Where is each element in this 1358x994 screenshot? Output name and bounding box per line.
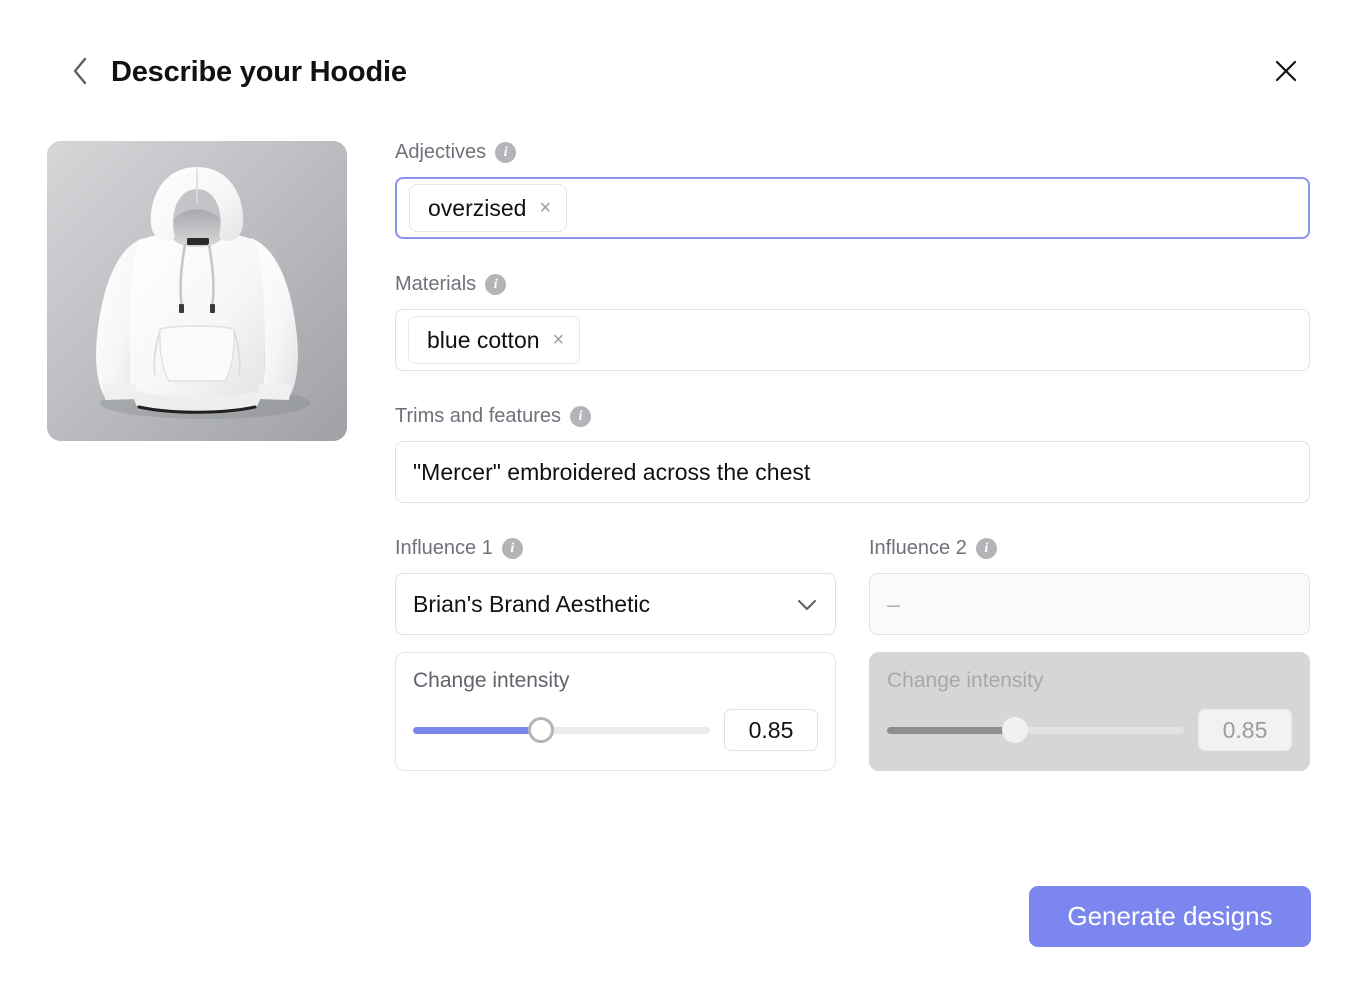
intensity-slider-row: 0.85: [413, 709, 818, 751]
influence2-intensity-panel: Change intensity 0.85: [869, 652, 1310, 771]
remove-tag-icon[interactable]: ×: [539, 198, 551, 218]
tag-chip[interactable]: overzised ×: [409, 184, 568, 232]
field-influence-2: Influence 2 i – Change intensity 0.85: [869, 537, 1310, 771]
slider-fill: [887, 726, 1015, 734]
close-icon: [1273, 58, 1299, 87]
info-icon[interactable]: i: [975, 538, 997, 559]
tag-label: overzised: [428, 194, 527, 221]
intensity-slider[interactable]: [413, 717, 710, 743]
close-button[interactable]: [1264, 50, 1308, 94]
influence1-selected-value: Brian's Brand Aesthetic: [413, 590, 651, 617]
dialog-header: Describe your Hoodie: [0, 44, 1358, 100]
field-materials: Materials i blue cotton ×: [395, 273, 1310, 371]
influence2-select[interactable]: –: [869, 573, 1310, 635]
trims-input[interactable]: "Mercer" embroidered across the chest: [395, 441, 1310, 503]
hoodie-image: [47, 141, 347, 441]
field-trims: Trims and features i "Mercer" embroidere…: [395, 405, 1310, 503]
slider-thumb[interactable]: [527, 717, 554, 743]
info-icon[interactable]: i: [501, 538, 523, 559]
product-thumbnail[interactable]: [47, 141, 347, 441]
influence2-label-row: Influence 2 i: [869, 537, 1310, 560]
info-icon[interactable]: i: [570, 406, 591, 427]
influence1-intensity-panel: Change intensity 0.85: [395, 652, 836, 771]
field-adjectives: Adjectives i overzised ×: [395, 141, 1310, 239]
intensity-label: Change intensity: [413, 669, 570, 692]
field-influence-1: Influence 1 i Brian's Brand Aesthetic Ch…: [395, 537, 836, 771]
tag-label: blue cotton: [427, 326, 540, 353]
intensity-value: 0.85: [1197, 709, 1292, 751]
page-title: Describe your Hoodie: [111, 56, 407, 88]
influence1-select[interactable]: Brian's Brand Aesthetic: [395, 573, 836, 635]
adjectives-label: Adjectives: [395, 141, 487, 163]
influence1-label: Influence 1: [395, 537, 493, 559]
materials-label: Materials: [395, 273, 477, 295]
info-icon[interactable]: i: [485, 274, 507, 295]
intensity-slider-row: 0.85: [887, 709, 1292, 751]
materials-input[interactable]: blue cotton ×: [395, 309, 1310, 371]
materials-label-row: Materials i: [395, 273, 1310, 296]
trims-label-row: Trims and features i: [395, 405, 1310, 428]
chevron-left-icon: [70, 56, 90, 89]
intensity-value[interactable]: 0.85: [723, 709, 818, 751]
describe-form: Adjectives i overzised × Materials i blu…: [395, 141, 1310, 771]
remove-tag-icon[interactable]: ×: [553, 330, 565, 350]
info-icon[interactable]: i: [495, 142, 517, 163]
intensity-label: Change intensity: [887, 669, 1044, 692]
generate-designs-button[interactable]: Generate designs: [1029, 886, 1311, 947]
influence1-label-row: Influence 1 i: [395, 537, 836, 560]
adjectives-input[interactable]: overzised ×: [395, 177, 1310, 239]
slider-fill: [413, 726, 541, 734]
influence2-selected-value: –: [887, 590, 900, 617]
trims-label: Trims and features: [395, 405, 561, 427]
adjectives-label-row: Adjectives i: [395, 141, 1310, 164]
tag-chip[interactable]: blue cotton ×: [408, 316, 581, 364]
influence2-label: Influence 2: [869, 537, 967, 559]
influence-row: Influence 1 i Brian's Brand Aesthetic Ch…: [395, 537, 1310, 771]
intensity-slider: [887, 717, 1184, 743]
chevron-down-icon: [796, 591, 818, 618]
slider-thumb: [1001, 717, 1028, 743]
back-button[interactable]: [58, 50, 102, 94]
